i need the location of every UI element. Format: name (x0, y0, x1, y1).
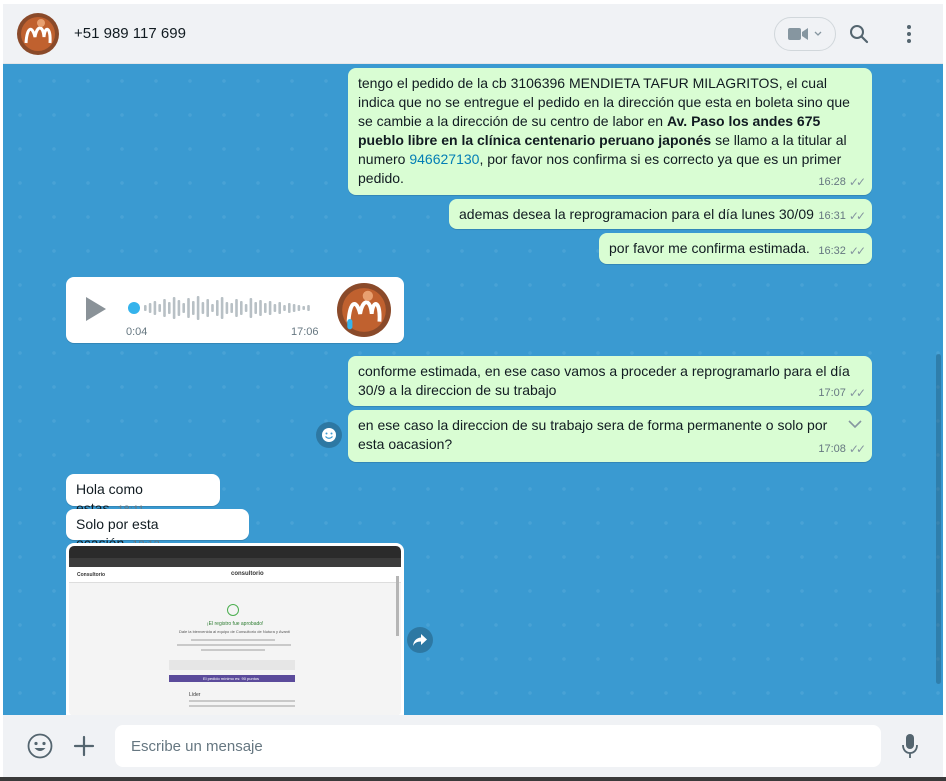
waveform-bar (216, 300, 219, 316)
waveform-bar (302, 306, 305, 310)
search-icon (850, 25, 869, 44)
waveform-bar (168, 302, 171, 314)
waveform-bar (220, 297, 224, 319)
chevron-down-icon (814, 31, 822, 36)
message-time: 17:06 (291, 326, 319, 338)
screenshot-image[interactable]: Consultorio consultorio ¡El registro fue… (69, 546, 401, 715)
waveform-bar (297, 305, 301, 311)
voice-duration: 0:04 (126, 326, 148, 338)
menu-icon (907, 25, 911, 43)
video-call-icon (788, 28, 808, 40)
message-meta: 17:07 ✓✓ (818, 384, 866, 403)
waveform-bar (163, 299, 166, 317)
waveform-bar (288, 303, 291, 313)
chat-area[interactable]: tengo el pedido de la cb 3106396 MENDIET… (3, 64, 943, 715)
waveform-bar (264, 303, 267, 313)
read-receipt-icon: ✓✓ (848, 175, 866, 189)
read-receipt-icon: ✓✓ (848, 386, 866, 400)
menu-button[interactable] (895, 20, 923, 48)
video-call-button[interactable] (774, 17, 836, 51)
image-text: ¡El registro fue aprobado! (207, 621, 264, 627)
waveform-bar (211, 304, 214, 312)
outgoing-message[interactable]: conforme estimada, en ese caso vamos a p… (348, 356, 872, 406)
emoji-icon (27, 733, 53, 759)
incoming-message[interactable]: Hola como estas18:11 (66, 474, 220, 516)
chevron-down-icon[interactable] (848, 420, 862, 429)
message-meta: 16:31 ✓✓ (818, 207, 866, 226)
waveform-bar (249, 298, 253, 318)
read-receipt-icon: ✓✓ (848, 442, 866, 456)
waveform-bar (182, 303, 185, 313)
waveform-bar (201, 302, 205, 314)
waveform-bar (158, 304, 161, 312)
emoji-button[interactable] (26, 732, 54, 760)
message-meta: 16:32 ✓✓ (818, 242, 866, 261)
waveform-bar (177, 300, 181, 316)
read-receipt-icon: ✓✓ (848, 244, 866, 258)
message-text: conforme estimada, en ese caso vamos a p… (358, 363, 850, 398)
incoming-message[interactable]: Solo por esta ocasión18:12 (66, 509, 249, 551)
waveform-bar (268, 301, 272, 315)
waveform-bar (240, 301, 243, 315)
waveform-bar (206, 299, 209, 317)
waveform-bar (187, 298, 190, 318)
image-text: Dale la bienvenida al equipo de Consulto… (179, 629, 290, 634)
outgoing-message[interactable]: ademas desea la reprogramacion para el d… (449, 199, 872, 229)
outgoing-message[interactable]: por favor me confirma estimada. 16:32 ✓✓ (599, 233, 872, 264)
search-button[interactable] (845, 20, 873, 48)
contact-name[interactable]: +51 989 117 699 (74, 25, 186, 42)
chat-header: +51 989 117 699 (3, 4, 943, 64)
voice-record-button[interactable] (896, 732, 924, 760)
waveform-bar (144, 305, 147, 311)
image-bar: El pedido mínimo es: 90 puntos (169, 675, 295, 682)
message-meta: 17:08 ✓✓ (818, 440, 866, 459)
smiley-icon (322, 428, 336, 442)
waveform-bar (192, 301, 195, 315)
waveform-bar (278, 302, 281, 314)
play-icon[interactable] (86, 297, 106, 321)
waveform-bar (283, 305, 286, 311)
message-composer (3, 715, 943, 777)
image-text: Líder (189, 692, 201, 698)
waveform-bar (244, 304, 248, 312)
incoming-image-message[interactable]: Consultorio consultorio ¡El registro fue… (66, 543, 404, 715)
image-text: consultorio (231, 571, 264, 577)
waveform-bar (230, 303, 233, 313)
waveform-bar (273, 304, 277, 312)
os-taskbar-edge (0, 777, 946, 781)
forward-icon (413, 634, 427, 646)
phone-link[interactable]: 946627130 (409, 151, 479, 167)
waveform-bar (235, 299, 238, 317)
read-receipt-icon: ✓✓ (848, 209, 866, 223)
emoji-reaction-button[interactable] (316, 422, 342, 448)
contact-avatar[interactable] (17, 13, 59, 55)
message-text: en ese caso la direccion de su trabajo s… (358, 417, 828, 452)
attach-button[interactable] (70, 732, 98, 760)
waveform-bar (148, 303, 152, 313)
outgoing-message[interactable]: en ese caso la direccion de su trabajo s… (348, 410, 872, 462)
waveform-bar (172, 297, 176, 319)
audio-waveform[interactable] (126, 291, 312, 325)
microphone-icon (902, 734, 918, 758)
waveform-bar (196, 296, 200, 320)
waveform-bar (259, 300, 262, 316)
message-input[interactable] (115, 725, 881, 767)
check-circle-icon (227, 604, 239, 616)
waveform-bar (254, 302, 257, 314)
message-text: por favor me confirma estimada. (609, 240, 810, 256)
message-meta: 16:28 ✓✓ (818, 173, 866, 192)
forward-button[interactable] (407, 627, 433, 653)
scrollbar[interactable] (936, 354, 941, 684)
outgoing-message[interactable]: tengo el pedido de la cb 3106396 MENDIET… (348, 68, 872, 195)
waveform-bar (307, 305, 310, 311)
waveform-bar (292, 304, 296, 312)
plus-icon (73, 735, 95, 757)
sender-avatar (337, 283, 391, 337)
waveform-bar (225, 302, 229, 314)
image-text: Consultorio (77, 572, 106, 578)
message-text: ademas desea la reprogramacion para el d… (459, 206, 814, 222)
incoming-voice-message: 0:04 17:06 (66, 277, 404, 343)
waveform-bar (153, 301, 157, 315)
